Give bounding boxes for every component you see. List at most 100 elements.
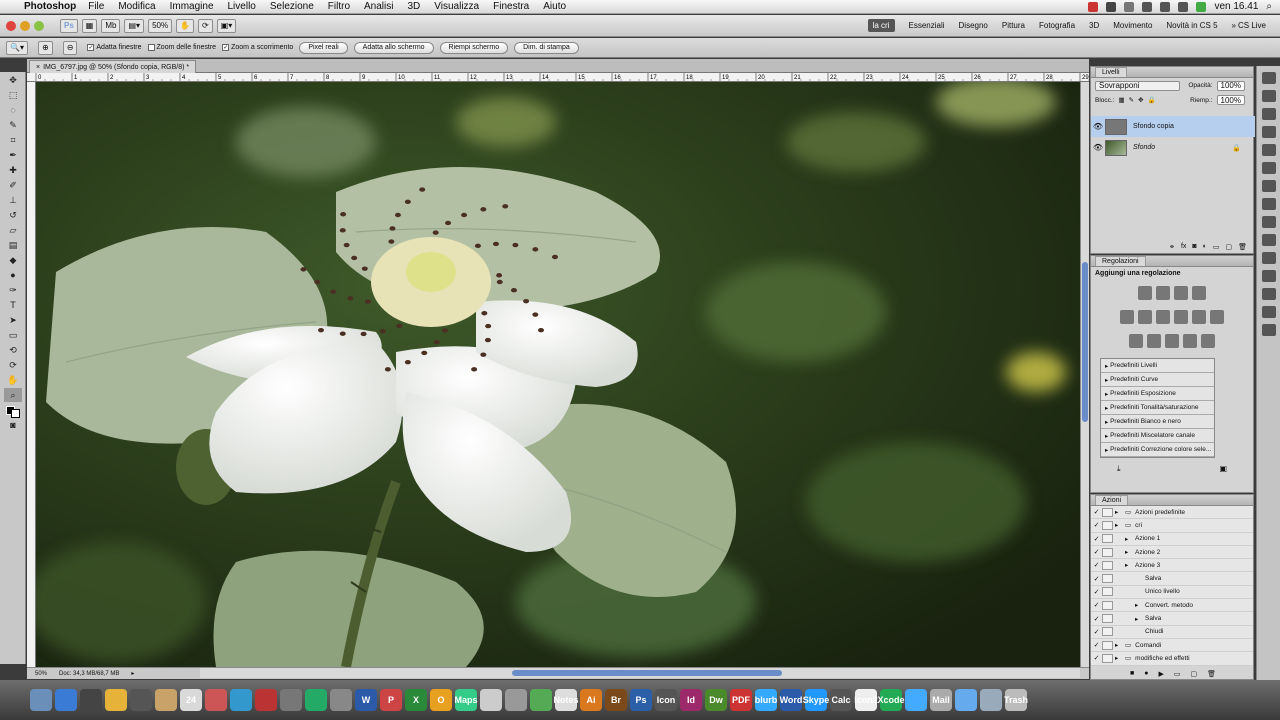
channel-mixer-icon[interactable] [1210, 310, 1224, 324]
expand-arrow-icon[interactable]: ▸ [1115, 654, 1125, 662]
preset-item[interactable]: ▸ Predefiniti Tonalità/saturazione [1101, 401, 1214, 415]
action-check-icon[interactable]: ✓ [1091, 588, 1102, 596]
type-tool-icon[interactable]: T [4, 298, 22, 312]
expand-arrow-icon[interactable]: ▸ [1125, 548, 1135, 556]
paragraph-icon[interactable] [1262, 126, 1276, 138]
adjustments-tab[interactable]: Regolazioni [1095, 256, 1146, 266]
dock-app-icon[interactable] [980, 689, 1002, 711]
action-check-icon[interactable]: ✓ [1091, 548, 1102, 556]
lock-all-icon[interactable]: 🔒 [1148, 96, 1156, 104]
action-row[interactable]: ✓ ▸ Azione 1 [1091, 532, 1253, 546]
action-dialog-toggle[interactable] [1102, 560, 1113, 570]
menu-immagine[interactable]: Immagine [170, 1, 214, 12]
layer-row-sfondo-copia[interactable]: 👁 Sfondo copia [1091, 116, 1255, 137]
crop-tool-icon[interactable]: ⌗ [4, 133, 22, 147]
vertical-scrollbar[interactable] [1080, 82, 1089, 667]
dock-app-icon[interactable] [255, 689, 277, 711]
workspace-3d[interactable]: 3D [1089, 21, 1099, 30]
group-icon[interactable]: ▭ [1213, 243, 1220, 251]
healing-tool-icon[interactable]: ✚ [4, 163, 22, 177]
actions-tab[interactable]: Azioni [1095, 495, 1129, 505]
workspace-novita[interactable]: Novità in CS 5 [1166, 21, 1217, 30]
action-row[interactable]: ✓ ▸ Azione 2 [1091, 545, 1253, 560]
layer-name[interactable]: Sfondo copia [1133, 123, 1174, 130]
dock-app-icon[interactable]: Word [780, 689, 802, 711]
view-extras-button[interactable]: ▦ [81, 18, 98, 33]
dock-app-icon[interactable] [305, 689, 327, 711]
delete-action-icon[interactable]: 🗑 [1207, 670, 1216, 678]
action-row[interactable]: ✓ ▸ Salva [1091, 612, 1253, 626]
dock-app-icon[interactable]: Notes [554, 689, 579, 711]
play-icon[interactable]: ▶ [1158, 670, 1163, 678]
lock-pixels-icon[interactable]: ✎ [1129, 96, 1134, 104]
action-dialog-toggle[interactable] [1102, 520, 1113, 530]
vibrance-icon[interactable] [1120, 310, 1134, 324]
action-check-icon[interactable]: ✓ [1091, 654, 1102, 662]
dock-app-icon[interactable]: Ps [630, 689, 652, 711]
zoom-tool-icon[interactable]: 🔍▾ [6, 40, 28, 55]
adatta-schermo-button[interactable]: Adatta allo schermo [353, 41, 434, 54]
status-doc-size[interactable]: Doc: 34,3 MB/68,7 MB [59, 671, 119, 677]
screen-mode-button[interactable]: ▣▾ [216, 18, 237, 33]
action-check-icon[interactable]: ✓ [1091, 601, 1102, 609]
history-brush-tool-icon[interactable]: ↺ [4, 208, 22, 222]
dock-app-icon[interactable]: Maps [455, 689, 478, 711]
clone-stamp-tool-icon[interactable]: ⊥ [4, 193, 22, 207]
dock-app-icon[interactable] [80, 689, 102, 711]
menu-selezione[interactable]: Selezione [270, 1, 314, 12]
info-panel-icon[interactable] [1262, 306, 1276, 318]
posterize-icon[interactable] [1147, 334, 1161, 348]
dock-app-icon[interactable]: Icon [655, 689, 677, 711]
action-dialog-toggle[interactable] [1102, 507, 1113, 517]
threshold-icon[interactable] [1165, 334, 1179, 348]
lock-position-icon[interactable]: ✥ [1138, 96, 1143, 104]
pixel-reali-button[interactable]: Pixel reali [299, 41, 348, 54]
layer-name[interactable]: Sfondo [1133, 144, 1155, 151]
minibridge-button[interactable]: Mb [101, 18, 121, 33]
eyedropper-tool-icon[interactable]: ✒ [4, 148, 22, 162]
battery-icon[interactable] [1196, 1, 1207, 12]
bluetooth-icon[interactable] [1142, 1, 1153, 12]
workspace-disegno[interactable]: Disegno [959, 21, 988, 30]
marquee-tool-icon[interactable]: ⬚ [4, 88, 22, 102]
expand-arrow-icon[interactable]: ▸ [1135, 601, 1145, 609]
document-close-icon[interactable]: × [36, 64, 40, 71]
dock-app-icon[interactable] [30, 689, 52, 711]
dock-app-icon[interactable]: Mail [930, 689, 952, 711]
workspace-menu-icon[interactable]: » [1232, 21, 1236, 30]
menubar-clock[interactable]: ven 16.41 [1214, 1, 1258, 12]
3d-rotate-tool-icon[interactable]: ⟲ [4, 343, 22, 357]
menu-filtro[interactable]: Filtro [328, 1, 350, 12]
action-check-icon[interactable]: ✓ [1091, 615, 1102, 623]
exposure-icon[interactable] [1192, 286, 1206, 300]
gradient-map-icon[interactable] [1183, 334, 1197, 348]
action-dialog-toggle[interactable] [1102, 534, 1113, 544]
gradient-tool-icon[interactable]: ▤ [4, 238, 22, 252]
zoom-window-icon[interactable] [34, 20, 44, 31]
quick-mask-icon[interactable]: ◙ [4, 418, 22, 432]
action-row[interactable]: ✓ Unico livello [1091, 585, 1253, 600]
menu-finestra[interactable]: Finestra [493, 1, 529, 12]
preset-item[interactable]: ▸ Predefiniti Correzione colore sele... [1101, 443, 1214, 457]
swatches-icon[interactable] [1262, 144, 1276, 156]
blend-mode-select[interactable]: Sovrapponi [1095, 80, 1181, 91]
new-action-icon[interactable]: ▢ [1190, 670, 1197, 678]
action-row[interactable]: ✓ Salva [1091, 572, 1253, 586]
dock-app-icon[interactable]: Icon2 [854, 689, 878, 711]
dropbox-icon[interactable] [1106, 1, 1117, 12]
dim-stampa-button[interactable]: Dim. di stampa [514, 41, 579, 54]
horizontal-scrollbar[interactable] [200, 668, 1080, 678]
move-tool-icon[interactable]: ✥ [4, 73, 22, 87]
dock-app-icon[interactable] [130, 689, 152, 711]
action-dialog-toggle[interactable] [1102, 640, 1113, 650]
workspace-la-cri[interactable]: la cri [867, 19, 895, 32]
action-check-icon[interactable]: ✓ [1091, 535, 1102, 543]
color-swatches-icon[interactable] [4, 403, 22, 418]
camera-icon[interactable]: ▣ [1219, 464, 1227, 474]
dock-app-icon[interactable]: Skype [803, 689, 829, 711]
dock-app-icon[interactable] [230, 689, 252, 711]
action-dialog-toggle[interactable] [1102, 653, 1113, 663]
action-dialog-toggle[interactable] [1102, 574, 1113, 584]
brushes-icon[interactable] [1262, 108, 1276, 120]
dock-app-icon[interactable]: Trash [1004, 689, 1028, 711]
